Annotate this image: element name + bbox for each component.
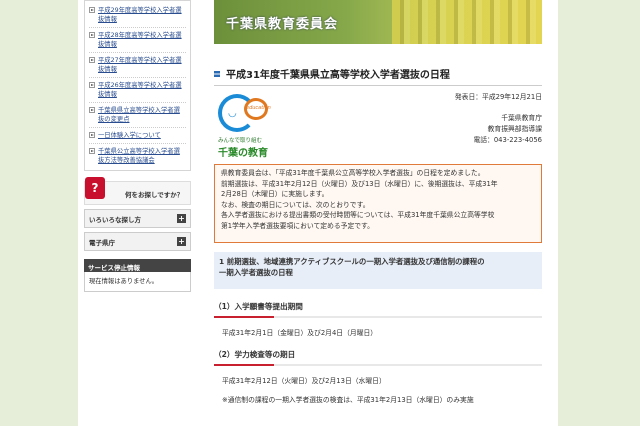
logo-edu-text: education bbox=[246, 105, 271, 111]
nav-search-methods-button[interactable]: いろいろな探し方 + bbox=[84, 209, 191, 228]
subsection-heading: （2）学力検査等の期日 bbox=[214, 349, 542, 366]
arrow-icon bbox=[89, 148, 95, 154]
arrow-icon bbox=[89, 32, 95, 38]
plus-icon: + bbox=[177, 214, 186, 223]
sidebar-link-label[interactable]: 平成27年度高等学校入学者選抜情報 bbox=[98, 56, 186, 74]
subsection-heading: （1）入学願書等提出期間 bbox=[214, 301, 542, 318]
arrow-icon bbox=[89, 107, 95, 113]
page-title-text: 平成31年度千葉県県立高等学校入学者選抜の日程 bbox=[226, 70, 450, 81]
org-name: 千葉県教育庁 bbox=[501, 114, 542, 122]
section-heading-line: 一期入学者選抜の日程 bbox=[219, 268, 293, 277]
notice-line: なお、検査の期日については、次のとおりです。 bbox=[221, 200, 370, 209]
subsection-body: 平成31年2月12日（火曜日）及び2月13日（水曜日） bbox=[222, 377, 386, 385]
info-area: ◡ education みんなで取り組む 千葉の教育 発表日：平成29年12月2… bbox=[214, 90, 542, 164]
page-title: 平成31年度千葉県県立高等学校入学者選抜の日程 bbox=[214, 66, 542, 86]
notice-line: 前期選抜は、平成31年2月12日（火曜日）及び13日（水曜日）に、後期選抜は、平… bbox=[221, 179, 498, 188]
arrow-icon bbox=[89, 82, 95, 88]
title-bullet-icon bbox=[214, 70, 220, 77]
subsection-note: ※通信制の課程の一期入学者選抜の検査は、平成31年2月13日（水曜日）のみ実施 bbox=[222, 396, 474, 404]
sidebar-link-h27[interactable]: 平成27年度高等学校入学者選抜情報 bbox=[89, 53, 186, 78]
phone-number: 電話：043-223-4056 bbox=[473, 136, 542, 144]
plus-icon: + bbox=[177, 237, 186, 246]
banner-photo bbox=[392, 0, 542, 44]
sidebar-links: 平成29年度高等学校入学者選抜情報 平成28年度高等学校入学者選抜情報 平成27… bbox=[84, 0, 191, 171]
main-content: 千葉県教育委員会 平成31年度千葉県県立高等学校入学者選抜の日程 ◡ educa… bbox=[214, 0, 542, 404]
header-banner: 千葉県教育委員会 bbox=[214, 0, 542, 44]
search-prompt-text: 何をお探しですか？ bbox=[125, 191, 184, 199]
publish-date: 発表日：平成29年12月21日 bbox=[454, 93, 542, 101]
sidebar-link-label[interactable]: 千葉県県立高等学校入学者選抜の変更点 bbox=[98, 106, 186, 124]
service-status-body: 現在情報はありません。 bbox=[84, 272, 191, 292]
nav-label: いろいろな探し方 bbox=[89, 215, 141, 224]
notice-line: 県教育委員会は、「平成31年度千葉県公立高等学校入学者選抜」の日程を定めました。 bbox=[221, 169, 485, 177]
subsection-body: 平成31年2月1日（金曜日）及び2月4日（月曜日） bbox=[222, 329, 378, 337]
sidebar-link-label[interactable]: 平成28年度高等学校入学者選抜情報 bbox=[98, 31, 186, 49]
dept-name: 教育振興部指導課 bbox=[487, 125, 542, 133]
publication-meta: 発表日：平成29年12月21日 千葉県教育庁 教育振興部指導課 電話：043-2… bbox=[455, 92, 542, 146]
nav-e-government-button[interactable]: 電子県庁 + bbox=[84, 232, 191, 251]
arrow-icon bbox=[89, 57, 95, 63]
sidebar-link-changes[interactable]: 千葉県県立高等学校入学者選抜の変更点 bbox=[89, 103, 186, 128]
chiba-education-logo: ◡ education みんなで取り組む 千葉の教育 bbox=[216, 94, 278, 159]
nav-label: 電子県庁 bbox=[89, 238, 115, 247]
site-title[interactable]: 千葉県教育委員会 bbox=[226, 13, 338, 32]
question-mark-icon: ? bbox=[85, 177, 105, 199]
arrow-icon bbox=[89, 132, 95, 138]
section-heading: 1 前期選抜、地域連携アクティブスクールの一期入学者選抜及び通信制の課程の 一期… bbox=[214, 252, 542, 289]
search-prompt-box[interactable]: ? 何をお探しですか？ bbox=[84, 177, 191, 205]
sidebar-link-h28[interactable]: 平成28年度高等学校入学者選抜情報 bbox=[89, 28, 186, 53]
notice-line: 第1学年入学者選抜要項において定める予定です。 bbox=[221, 221, 374, 230]
section-heading-line: 1 前期選抜、地域連携アクティブスクールの一期入学者選抜及び通信制の課程の bbox=[219, 257, 485, 266]
sidebar-link-h29[interactable]: 平成29年度高等学校入学者選抜情報 bbox=[89, 3, 186, 28]
logo-smile-icon: ◡ bbox=[228, 108, 237, 119]
sidebar: 平成29年度高等学校入学者選抜情報 平成28年度高等学校入学者選抜情報 平成27… bbox=[84, 0, 191, 292]
sidebar-link-label[interactable]: 一日体験入学について bbox=[98, 131, 161, 140]
sidebar-link-council[interactable]: 千葉県公立高等学校入学者選抜方法等改善協議会 bbox=[89, 144, 186, 168]
sidebar-link-label[interactable]: 平成29年度高等学校入学者選抜情報 bbox=[98, 6, 186, 24]
sidebar-link-label[interactable]: 平成26年度高等学校入学者選抜情報 bbox=[98, 81, 186, 99]
logo-tagline: みんなで取り組む bbox=[218, 138, 263, 144]
notice-box: 県教育委員会は、「平成31年度千葉県公立高等学校入学者選抜」の日程を定めました。… bbox=[214, 164, 542, 243]
sidebar-link-label[interactable]: 千葉県公立高等学校入学者選抜方法等改善協議会 bbox=[98, 147, 186, 165]
arrow-icon bbox=[89, 7, 95, 13]
sidebar-link-trial-day[interactable]: 一日体験入学について bbox=[89, 128, 186, 144]
notice-line: 各入学者選抜における提出書類の受付時間等については、平成31年度千葉県公立高等学… bbox=[221, 211, 495, 219]
notice-line: 2月28日（木曜日）に実施します。 bbox=[221, 190, 329, 198]
logo-name: 千葉の教育 bbox=[218, 148, 268, 159]
service-status-heading: サービス停止情報 bbox=[84, 259, 191, 272]
sidebar-link-h26[interactable]: 平成26年度高等学校入学者選抜情報 bbox=[89, 78, 186, 103]
